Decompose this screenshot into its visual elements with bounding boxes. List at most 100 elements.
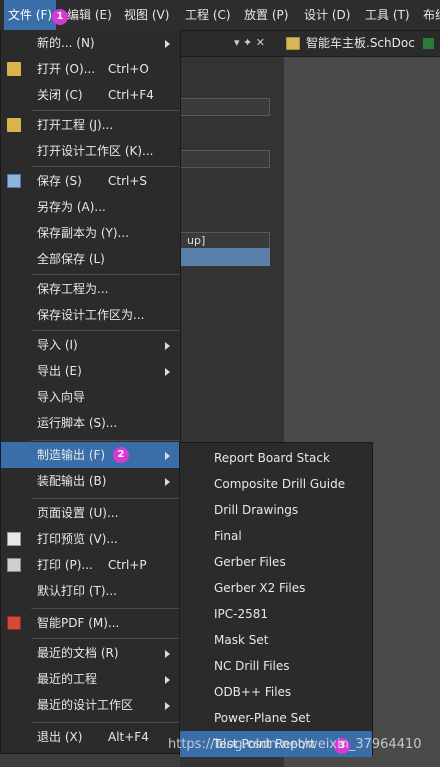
panel-pin-controls[interactable]: ▾ ✦ ✕	[234, 30, 265, 56]
file-menu-item-16[interactable]: 装配输出 (B)	[1, 468, 180, 494]
menu-6[interactable]: 工具 (T)	[361, 0, 414, 30]
file-menu-item-label: 运行脚本 (S)...	[37, 416, 118, 430]
file-menu-item-8[interactable]: 全部保存 (L)	[1, 246, 180, 272]
file-menu-item-label: 打开 (O)...	[37, 62, 96, 76]
file-menu-item-1[interactable]: 打开 (O)... Ctrl+O	[1, 56, 180, 82]
file-menu-item-label: 另存为 (A)...	[37, 200, 106, 214]
fabrication-item-0[interactable]: Report Board Stack	[180, 445, 372, 471]
step-badge-2: 2	[113, 447, 129, 463]
menu-1[interactable]: 编辑 (E)	[63, 0, 116, 30]
fabrication-item-9[interactable]: ODB++ Files	[180, 679, 372, 705]
file-menu-item-22[interactable]: 最近的文档 (R)	[1, 640, 180, 666]
file-menu-item-label: 智能PDF (M)...	[37, 616, 120, 630]
fabrication-item-label: Final	[214, 529, 242, 543]
fabrication-item-5[interactable]: Gerber X2 Files	[180, 575, 372, 601]
submenu-arrow-icon	[165, 702, 170, 710]
menu-7[interactable]: 布线	[419, 0, 440, 30]
submenu-arrow-icon	[165, 368, 170, 376]
file-menu-item-label: 最近的文档 (R)	[37, 646, 119, 660]
submenu-arrow-icon	[165, 452, 170, 460]
file-menu-item-label: 打开工程 (J)...	[37, 118, 114, 132]
file-menu-item-2[interactable]: 关闭 (C) Ctrl+F4	[1, 82, 180, 108]
file-menu-item-25[interactable]: 退出 (X) Alt+F4	[1, 724, 180, 750]
file-menu-item-label: 装配输出 (B)	[37, 474, 107, 488]
shortcut-label: Ctrl+S	[108, 174, 148, 188]
printer-icon	[7, 558, 21, 572]
file-menu-item-19[interactable]: 打印 (P)... Ctrl+P	[1, 552, 180, 578]
panel-row[interactable]	[180, 150, 270, 168]
menu-5[interactable]: 设计 (D)	[300, 0, 354, 30]
fabrication-item-2[interactable]: Drill Drawings	[180, 497, 372, 523]
file-menu-item-17[interactable]: 页面设置 (U)...	[1, 500, 180, 526]
menu-bar: 文件 (F) 编辑 (E) 视图 (V) 工程 (C) 放置 (P) 设计 (D) 工具 (…	[0, 0, 440, 31]
fabrication-item-4[interactable]: Gerber Files	[180, 549, 372, 575]
file-menu-item-23[interactable]: 最近的工程	[1, 666, 180, 692]
panel-row-selected[interactable]	[180, 248, 270, 266]
file-menu-item-label: 打印预览 (V)...	[37, 532, 118, 546]
file-menu-item-7[interactable]: 保存副本为 (Y)...	[1, 220, 180, 246]
file-menu-item-label: 最近的工程	[37, 672, 98, 686]
fabrication-item-label: Composite Drill Guide	[214, 477, 346, 491]
shortcut-label: Alt+F4	[108, 730, 149, 744]
file-menu-item-24[interactable]: 最近的设计工作区	[1, 692, 180, 718]
fabrication-item-label: Gerber Files	[214, 555, 286, 569]
file-menu-item-label: 新的... (N)	[37, 36, 95, 50]
menu-4[interactable]: 放置 (P)	[240, 0, 292, 30]
fabrication-item-8[interactable]: NC Drill Files	[180, 653, 372, 679]
file-menu-item-11[interactable]: 导入 (I)	[1, 332, 180, 358]
submenu-arrow-icon	[165, 650, 170, 658]
menu-2[interactable]: 视图 (V)	[120, 0, 173, 30]
fabrication-item-label: ODB++ Files	[214, 685, 292, 699]
file-menu-item-4[interactable]: 打开设计工作区 (K)...	[1, 138, 180, 164]
fabrication-item-7[interactable]: Mask Set	[180, 627, 372, 653]
fabrication-item-label: Power-Plane Set	[214, 711, 311, 725]
shortcut-label: Ctrl+P	[108, 558, 147, 572]
file-menu-item-21[interactable]: 智能PDF (M)...	[1, 610, 180, 636]
fabrication-item-1[interactable]: Composite Drill Guide	[180, 471, 372, 497]
fabrication-item-label: Drill Drawings	[214, 503, 299, 517]
pcb-doc-icon	[422, 38, 434, 49]
fabrication-item-label: Gerber X2 Files	[214, 581, 306, 595]
file-menu-item-label: 保存副本为 (Y)...	[37, 226, 129, 240]
file-menu-item-12[interactable]: 导出 (E)	[1, 358, 180, 384]
file-menu-item-label: 关闭 (C)	[37, 88, 83, 102]
file-menu-item-label: 最近的设计工作区	[37, 698, 134, 712]
file-menu-item-0[interactable]: 新的... (N)	[1, 30, 180, 56]
menu-separator	[31, 498, 180, 499]
submenu-arrow-icon	[165, 342, 170, 350]
document-tab[interactable]: 智能车主板.SchDoc	[286, 30, 434, 56]
fabrication-item-3[interactable]: Final	[180, 523, 372, 549]
file-menu-item-label: 制造输出 (F)	[37, 448, 106, 462]
file-menu-item-18[interactable]: 打印预览 (V)...	[1, 526, 180, 552]
open-project-icon	[7, 118, 21, 132]
file-menu-item-label: 默认打印 (T)...	[37, 584, 117, 598]
file-menu-item-label: 打开设计工作区 (K)...	[37, 144, 154, 158]
fabrication-item-label: Report Board Stack	[214, 451, 330, 465]
fabrication-item-6[interactable]: IPC-2581	[180, 601, 372, 627]
shortcut-label: Ctrl+O	[108, 62, 149, 76]
menu-separator	[31, 722, 180, 723]
menu-separator	[31, 110, 180, 111]
file-menu-item-5[interactable]: 保存 (S) Ctrl+S	[1, 168, 180, 194]
file-menu-item-9[interactable]: 保存工程为...	[1, 276, 180, 302]
file-menu-item-6[interactable]: 另存为 (A)...	[1, 194, 180, 220]
file-menu-item-14[interactable]: 运行脚本 (S)...	[1, 410, 180, 436]
panel-search-box[interactable]	[180, 98, 270, 116]
file-menu-item-3[interactable]: 打开工程 (J)...	[1, 112, 180, 138]
document-tab-label: 智能车主板.SchDoc	[306, 36, 415, 50]
file-menu-item-13[interactable]: 导入向导	[1, 384, 180, 410]
fabrication-item-10[interactable]: Power-Plane Set	[180, 705, 372, 731]
print-preview-icon	[7, 532, 21, 546]
watermark: https://blog.csdn.net/weixin_37964410	[168, 737, 422, 752]
shortcut-label: Ctrl+F4	[108, 88, 154, 102]
menu-3[interactable]: 工程 (C)	[181, 0, 235, 30]
menu-separator	[31, 440, 180, 441]
file-menu-item-label: 页面设置 (U)...	[37, 506, 119, 520]
menu-separator	[31, 166, 180, 167]
menu-0[interactable]: 文件 (F)	[4, 0, 57, 30]
file-menu-item-label: 保存 (S)	[37, 174, 82, 188]
file-menu-item-15[interactable]: 制造输出 (F) 2	[1, 442, 180, 468]
file-menu-item-10[interactable]: 保存设计工作区为...	[1, 302, 180, 328]
panel-row-text: up]	[187, 234, 206, 247]
file-menu-item-20[interactable]: 默认打印 (T)...	[1, 578, 180, 604]
